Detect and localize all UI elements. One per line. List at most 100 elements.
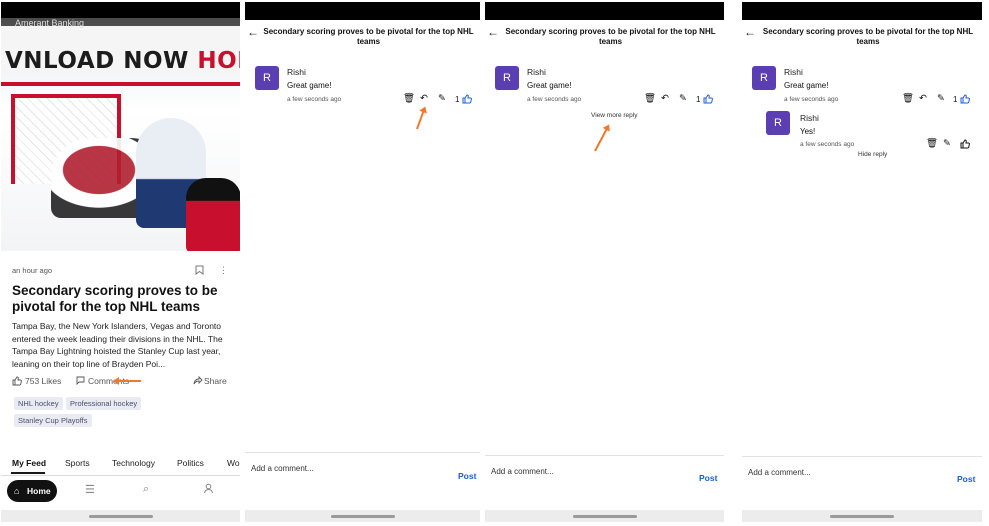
reply-time: a few seconds ago xyxy=(800,141,855,148)
post-button[interactable]: Post xyxy=(699,473,717,483)
comment-icon[interactable] xyxy=(76,376,85,388)
comment-author: Rishi xyxy=(527,67,546,77)
annotation-arrow xyxy=(594,125,610,152)
comments-header: ← Secondary scoring proves to be pivotal… xyxy=(742,22,982,50)
likes-count[interactable]: 753 Likes xyxy=(25,376,61,386)
annotation-arrow xyxy=(115,380,141,382)
back-arrow-icon[interactable]: ← xyxy=(744,25,756,39)
tab-sports[interactable]: Sports xyxy=(65,458,90,468)
article-summary[interactable]: Tampa Bay, the New York Islanders, Vegas… xyxy=(12,320,232,370)
reply-avatar[interactable]: R xyxy=(766,111,790,135)
like-count: 1 xyxy=(953,95,958,104)
gesture-handle xyxy=(573,515,637,518)
thumb-up-icon[interactable] xyxy=(960,94,971,107)
gesture-handle xyxy=(89,515,153,518)
edit-icon[interactable]: ✎ xyxy=(937,94,945,104)
search-icon[interactable]: ⌕ xyxy=(143,483,149,496)
edit-icon[interactable]: ✎ xyxy=(438,94,446,104)
comment-text: Great game! xyxy=(784,81,829,90)
thumb-up-icon[interactable] xyxy=(703,94,714,107)
avatar[interactable]: R xyxy=(255,66,279,90)
share-icon[interactable] xyxy=(193,375,203,388)
back-arrow-icon[interactable]: ← xyxy=(487,25,499,39)
back-arrow-icon[interactable]: ← xyxy=(247,25,259,39)
like-count: 1 xyxy=(696,95,701,104)
post-button[interactable]: Post xyxy=(957,474,975,484)
comment-input[interactable]: Add a comment... xyxy=(491,467,554,476)
nav-home-button[interactable]: ⌂ Home xyxy=(7,480,57,502)
like-count: 1 xyxy=(455,95,460,104)
bookmark-icon[interactable] xyxy=(195,265,204,278)
gesture-handle xyxy=(331,515,395,518)
comment-author: Rishi xyxy=(287,67,306,77)
thumb-up-icon[interactable] xyxy=(462,94,473,107)
more-vert-icon[interactable]: ⋮ xyxy=(219,265,228,275)
comment-time: a few seconds ago xyxy=(784,96,839,103)
tag-chip[interactable]: Professional hockey xyxy=(66,397,142,410)
comment-input-divider xyxy=(245,452,480,453)
delete-icon[interactable]: 🗑 xyxy=(926,139,938,149)
hide-reply-link[interactable]: Hide reply xyxy=(858,151,887,158)
share-button[interactable]: Share xyxy=(204,376,227,386)
view-more-reply-link[interactable]: View more reply xyxy=(591,112,637,119)
category-tabs: My Feed Sports Technology Politics Wor xyxy=(1,455,240,474)
article-hero-image[interactable]: Amerant Banking VNLOAD NOW HON xyxy=(1,18,240,251)
avatar[interactable]: R xyxy=(495,66,519,90)
comments-header: ← Secondary scoring proves to be pivotal… xyxy=(485,22,724,50)
article-actions: 753 Likes Comments Share xyxy=(12,375,232,389)
reply-author: Rishi xyxy=(800,113,819,123)
nav-home-label: Home xyxy=(27,486,51,496)
comment-author: Rishi xyxy=(784,67,803,77)
comment-text: Great game! xyxy=(527,81,572,90)
delete-icon[interactable]: 🗑 xyxy=(644,94,656,104)
page-title: Secondary scoring proves to be pivotal f… xyxy=(762,27,974,46)
comment-time: a few seconds ago xyxy=(527,96,582,103)
status-bar xyxy=(245,2,480,20)
delete-icon[interactable]: 🗑 xyxy=(403,94,415,104)
page-title: Secondary scoring proves to be pivotal f… xyxy=(505,27,716,46)
tab-politics[interactable]: Politics xyxy=(177,458,204,468)
feed-screen: Amerant Banking VNLOAD NOW HON an hour a… xyxy=(1,0,240,522)
comment-time: a few seconds ago xyxy=(287,96,342,103)
tab-my-feed[interactable]: My Feed xyxy=(12,458,46,468)
article-headline[interactable]: Secondary scoring proves to be pivotal f… xyxy=(12,283,232,315)
thumb-up-icon[interactable] xyxy=(12,376,22,389)
tag-chip[interactable]: Stanley Cup Playoffs xyxy=(14,414,92,427)
comment-input[interactable]: Add a comment... xyxy=(251,464,314,473)
comment-input[interactable]: Add a comment... xyxy=(748,468,811,477)
tab-world[interactable]: Wor xyxy=(227,458,240,468)
reply-icon[interactable]: ↶ xyxy=(919,94,927,104)
hero-top-text: Amerant Banking xyxy=(15,18,85,28)
avatar[interactable]: R xyxy=(752,66,776,90)
player-figure-2 xyxy=(186,178,240,251)
reply-text: Yes! xyxy=(800,127,816,136)
hero-board-text: VNLOAD NOW HON xyxy=(5,48,240,74)
home-icon: ⌂ xyxy=(14,486,20,496)
comment-text: Great game! xyxy=(287,81,332,90)
hero-board-text-red: HON xyxy=(197,48,240,74)
comments-header: ← Secondary scoring proves to be pivotal… xyxy=(245,22,480,50)
reply-icon[interactable]: ↶ xyxy=(661,94,669,104)
gesture-handle xyxy=(830,515,894,518)
reply-icon[interactable]: ↶ xyxy=(420,94,428,104)
comment-input-divider xyxy=(742,456,982,457)
comments-screen: ← Secondary scoring proves to be pivotal… xyxy=(245,0,480,522)
tabs-divider xyxy=(1,475,240,476)
page-title: Secondary scoring proves to be pivotal f… xyxy=(263,27,474,46)
edit-icon[interactable]: ✎ xyxy=(679,94,687,104)
tab-active-indicator xyxy=(11,472,45,474)
delete-icon[interactable]: 🗑 xyxy=(902,94,914,104)
list-icon[interactable]: ☰ xyxy=(85,483,95,496)
article-time: an hour ago xyxy=(12,266,53,275)
rink-red-line xyxy=(1,82,240,86)
edit-icon[interactable]: ✎ xyxy=(943,139,951,149)
status-bar xyxy=(742,2,982,20)
comments-screen: ← Secondary scoring proves to be pivotal… xyxy=(742,0,982,522)
profile-icon[interactable] xyxy=(203,483,214,497)
tag-chip[interactable]: NHL hockey xyxy=(14,397,63,410)
post-button[interactable]: Post xyxy=(458,471,476,481)
tab-technology[interactable]: Technology xyxy=(112,458,155,468)
comments-screen: ← Secondary scoring proves to be pivotal… xyxy=(485,0,724,522)
thumb-up-icon[interactable] xyxy=(960,139,971,152)
status-bar xyxy=(485,2,724,20)
